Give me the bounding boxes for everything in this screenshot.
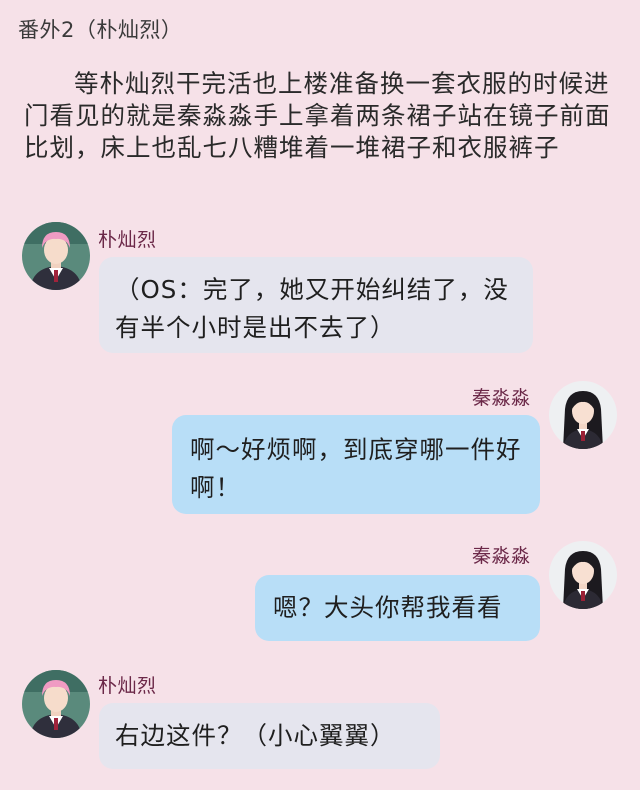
sender-name: 朴灿烈 [98, 675, 157, 697]
message-text: （OS：完了，她又开始纠结了，没有半个小时是出不去了） [115, 275, 509, 342]
avatar-miaomiao[interactable] [549, 541, 617, 609]
narration-paragraph: 等朴灿烈干完活也上楼准备换一套衣服的时候进门看见的就是秦淼淼手上拿着两条裙子站在… [24, 69, 611, 162]
message-bubble[interactable]: 右边这件？（小心翼翼） [99, 703, 440, 769]
story-title: 番外2（朴灿烈） [18, 18, 183, 42]
avatar-chanyeol[interactable] [22, 670, 90, 738]
message-bubble[interactable]: 嗯？大头你帮我看看 [255, 575, 540, 641]
avatar-miaomiao[interactable] [549, 381, 617, 449]
avatar-chanyeol[interactable] [22, 222, 90, 290]
sender-name: 朴灿烈 [98, 229, 157, 251]
message-text: 右边这件？（小心翼翼） [115, 721, 396, 750]
message-bubble[interactable]: （OS：完了，她又开始纠结了，没有半个小时是出不去了） [99, 257, 533, 353]
message-bubble[interactable]: 啊～好烦啊，到底穿哪一件好啊！ [172, 415, 540, 514]
message-text: 啊～好烦啊，到底穿哪一件好啊！ [190, 435, 522, 502]
message-text: 嗯？大头你帮我看看 [273, 593, 503, 622]
sender-name: 秦淼淼 [472, 545, 531, 567]
sender-name: 秦淼淼 [472, 387, 531, 409]
